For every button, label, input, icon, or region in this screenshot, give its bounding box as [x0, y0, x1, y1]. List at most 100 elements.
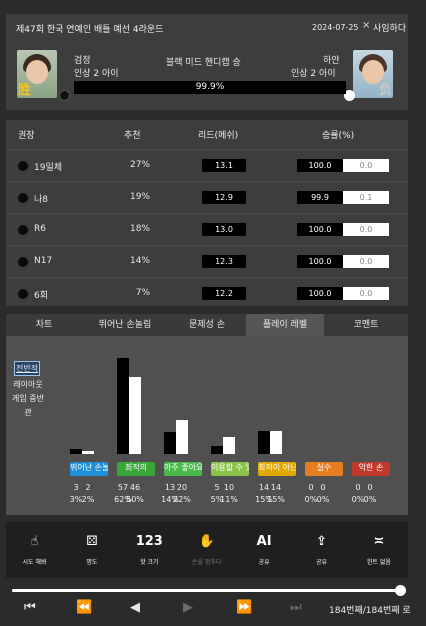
winrate-black: 100.0 — [297, 287, 343, 300]
move-progress-slider[interactable] — [12, 589, 402, 592]
dice-button[interactable]: ⚄ 명도 — [63, 522, 120, 578]
count-label: 0 — [355, 483, 361, 492]
table-row[interactable]: R6 18% 13.0 100.0 0.0 — [6, 213, 408, 245]
winrate-white: 0.1 — [343, 191, 389, 204]
next-move-button[interactable]: ▶ — [183, 600, 193, 615]
lose-badge: 负 — [378, 83, 392, 98]
recommendation-table: 권장 추천 리드(메쉬) 승률(%) 19일체 27% 13.1 100.0 0… — [6, 120, 408, 306]
white-player-avatar[interactable]: 负 — [353, 50, 393, 98]
analysis-tabs: 차트 뛰어난 손놀림 문제성 손 플레이 레벨 코멘트 — [6, 314, 408, 336]
forward-ten-button[interactable]: ⏩ — [236, 600, 252, 615]
winrate-black: 100.0 — [297, 255, 343, 268]
count-label: 3 — [73, 483, 79, 492]
percent-label: 11% — [220, 495, 238, 504]
black-stone-icon — [59, 90, 70, 101]
move-counter: 184번째/184번째 로 — [329, 606, 411, 616]
winrate-black: 100.0 — [297, 223, 343, 236]
percent-label: 50% — [126, 495, 144, 504]
column-header-recommend: 추천 — [124, 131, 141, 141]
count-label: 20 — [176, 483, 188, 492]
hand-button[interactable]: ✋ 손을 멈추다 — [178, 522, 235, 578]
bar-black — [70, 449, 82, 454]
winrate-white: 0.0 — [343, 223, 389, 236]
percent-label: 15% — [267, 495, 285, 504]
recommend-pct: 7% — [135, 288, 150, 298]
white-player-level: 인상 2 아이 — [291, 69, 336, 79]
ai-button[interactable]: AI 공유 — [236, 522, 293, 578]
percent-label: 2% — [81, 495, 95, 504]
tab-problem-moves[interactable]: 문제성 손 — [168, 314, 246, 336]
count-label: 5 — [214, 483, 220, 492]
move-label: R6 — [34, 224, 46, 234]
share-button[interactable]: ⇪ 공유 — [293, 522, 350, 578]
game-header: 제47회 한국 연예인 배틀 예선 4라운드 2024-07-25 × 사임하다… — [6, 14, 408, 110]
bar-black — [164, 432, 176, 454]
count-label: 0 — [308, 483, 314, 492]
table-row[interactable]: 19일체 27% 13.1 100.0 0.0 — [6, 149, 408, 181]
progress-knob[interactable] — [395, 585, 406, 596]
tab-brilliant-moves[interactable]: 뛰어난 손놀림 — [82, 314, 168, 336]
share-icon: ⇪ — [316, 534, 327, 549]
bar-white — [176, 419, 188, 454]
table-row[interactable]: N17 14% 12.3 100.0 0.0 — [6, 245, 408, 277]
toolbar-label: 공유 — [258, 559, 270, 566]
play-level-panel: 전반적 레이아웃 게임 중반 관 33%22%뛰어난 손놀림5762%4650%… — [6, 336, 408, 515]
table-row[interactable]: 6회 7% 12.2 100.0 0.0 — [6, 277, 408, 309]
hint-icon: ≍ — [373, 534, 385, 549]
black-player-avatar[interactable]: 胜 — [17, 50, 57, 98]
tab-play-level[interactable]: 플레이 레벨 — [246, 314, 324, 336]
count-label: 14 — [258, 483, 270, 492]
bar-black — [258, 430, 270, 454]
lead-value: 12.2 — [202, 287, 246, 300]
column-header-lead: 리드(메쉬) — [198, 131, 239, 141]
winrate-white: 0.0 — [343, 159, 389, 172]
lead-value: 12.9 — [202, 191, 246, 204]
last-move-button[interactable]: ⏭ — [290, 600, 302, 615]
back-ten-button[interactable]: ⏪ — [76, 600, 92, 615]
toolbar-label: 시도 해봐 — [22, 559, 47, 566]
count-label: 13 — [164, 483, 176, 492]
game-title: 제47회 한국 연예인 배틀 예선 4라운드 — [16, 25, 164, 35]
white-player-name: 하얀 — [323, 56, 340, 66]
winrate-white: 0.0 — [343, 255, 389, 268]
count-label: 0 — [320, 483, 326, 492]
touch-button[interactable]: ☝ 시도 해봐 — [6, 522, 63, 578]
first-move-button[interactable]: ⏮ — [24, 600, 36, 615]
toolbar-label: 손을 멈추다 — [191, 559, 222, 566]
lead-value: 13.0 — [202, 223, 246, 236]
percent-label: 22% — [173, 495, 191, 504]
toolbar-label: 핫 크기 — [140, 559, 159, 566]
count-label: 2 — [85, 483, 91, 492]
tab-comments[interactable]: 코멘트 — [324, 314, 408, 336]
bar-white — [82, 450, 94, 454]
resign-button[interactable]: 사임하다 — [373, 21, 406, 34]
toolbar-label: 명도 — [86, 559, 98, 566]
bar-white — [270, 430, 282, 454]
winrate-black: 99.9 — [297, 191, 343, 204]
move-label: 6회 — [34, 291, 49, 301]
table-row[interactable]: 나8 19% 12.9 99.9 0.1 — [6, 181, 408, 213]
black-stone-icon — [18, 161, 28, 171]
category-label: 아주 좋아요 — [164, 462, 202, 476]
column-header-move: 권장 — [18, 131, 35, 141]
recommend-pct: 14% — [129, 256, 150, 266]
number-icon: 123 — [135, 534, 163, 549]
bar-black — [117, 358, 129, 454]
prev-move-button[interactable]: ◀ — [130, 600, 140, 615]
percent-label: 0% — [363, 495, 377, 504]
close-icon[interactable]: × — [362, 20, 370, 31]
category-label: 뛰어난 손놀림 — [70, 462, 108, 476]
category-label: 최적의 — [117, 462, 155, 476]
winrate-label: 99.9% — [195, 82, 225, 92]
winrate-white: 0.0 — [343, 287, 389, 300]
number-button[interactable]: 123 핫 크기 — [121, 522, 178, 578]
winrate-bar: 99.9% — [74, 81, 346, 94]
black-stone-icon — [18, 225, 28, 235]
tab-chart[interactable]: 차트 — [6, 314, 82, 336]
winrate-black: 100.0 — [297, 159, 343, 172]
hint-button[interactable]: ≍ 힌트 없음 — [350, 522, 407, 578]
game-date: 2024-07-25 — [312, 23, 359, 32]
bar-white — [129, 376, 141, 454]
hand-icon: ✋ — [198, 534, 215, 549]
ai-icon: AI — [256, 534, 272, 549]
